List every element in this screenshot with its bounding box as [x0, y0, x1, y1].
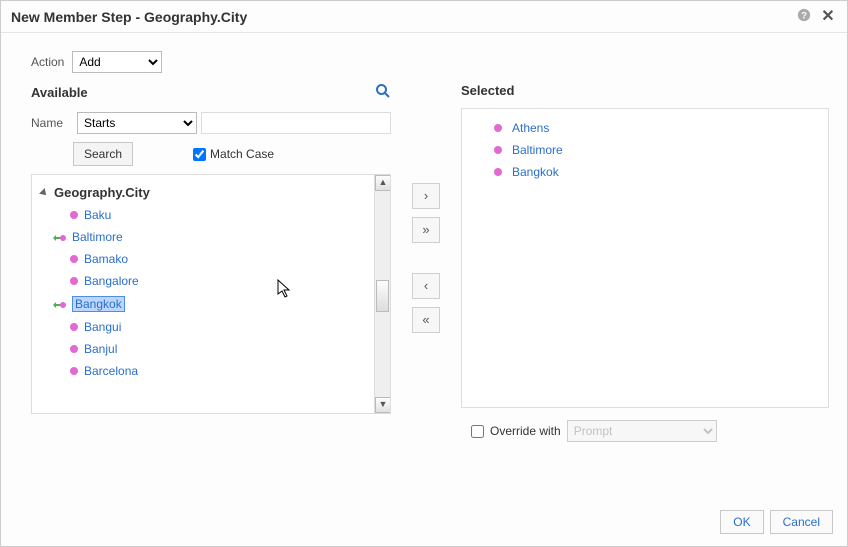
name-filter-input[interactable] — [201, 112, 391, 134]
available-header: Available — [31, 85, 88, 100]
dialog-title: New Member Step - Geography.City — [11, 9, 789, 25]
match-case-label: Match Case — [210, 147, 274, 161]
bullet-icon — [70, 345, 78, 353]
search-row: Search Match Case — [31, 142, 391, 166]
bullet-icon — [494, 124, 502, 132]
match-case-row[interactable]: Match Case — [193, 147, 274, 161]
selected-item[interactable]: Baltimore — [466, 139, 824, 161]
selected-panel: Selected Athens Baltimore Bangkok Override… — [461, 83, 829, 442]
override-select: Prompt — [567, 420, 717, 442]
move-right-button[interactable]: › — [412, 183, 440, 209]
bullet-icon — [70, 277, 78, 285]
selected-item[interactable]: Bangkok — [466, 161, 824, 183]
available-panel: Available Name Starts Search — [31, 83, 391, 442]
override-checkbox[interactable] — [471, 425, 484, 438]
match-case-checkbox[interactable] — [193, 148, 206, 161]
bullet-icon — [70, 367, 78, 375]
action-row: Action Add — [31, 51, 829, 73]
tree-item-label[interactable]: Bangalore — [84, 274, 139, 288]
selected-item-label[interactable]: Baltimore — [512, 143, 563, 157]
bullet-icon — [70, 323, 78, 331]
bullet-icon — [494, 168, 502, 176]
moved-icon — [52, 232, 66, 242]
available-header-row: Available — [31, 83, 391, 102]
selected-header: Selected — [461, 83, 829, 98]
close-icon[interactable]: ✕ — [819, 8, 837, 26]
ok-button[interactable]: OK — [720, 510, 763, 534]
search-icon[interactable] — [375, 83, 391, 102]
scroll-down-button[interactable]: ▼ — [375, 397, 391, 413]
scroll-thumb[interactable] — [376, 280, 389, 312]
help-icon[interactable]: ? — [795, 8, 813, 26]
move-left-button[interactable]: ‹ — [412, 273, 440, 299]
dialog-footer: OK Cancel — [720, 510, 833, 534]
bullet-icon — [494, 146, 502, 154]
override-label: Override with — [490, 424, 561, 438]
tree-item[interactable]: Baku — [34, 204, 372, 226]
bullet-icon — [70, 255, 78, 263]
name-filter-select[interactable]: Starts — [77, 112, 197, 134]
move-all-left-button[interactable]: « — [412, 307, 440, 333]
tree-root-label: Geography.City — [54, 185, 150, 200]
scrollbar[interactable]: ▲ ▼ — [374, 175, 390, 413]
tree-item[interactable]: Baltimore — [34, 226, 372, 248]
selected-item-label[interactable]: Athens — [512, 121, 549, 135]
moved-icon — [52, 299, 66, 309]
tree-item[interactable]: Bangalore — [34, 270, 372, 292]
svg-text:?: ? — [801, 10, 807, 21]
action-select[interactable]: Add — [72, 51, 162, 73]
tree-item-label[interactable]: Bangkok — [72, 296, 125, 312]
available-tree: Geography.City Baku Baltimore Bamako Bangal… — [31, 174, 391, 414]
tree-item-label[interactable]: Bamako — [84, 252, 128, 266]
selected-item[interactable]: Athens — [466, 117, 824, 139]
tree-item-label[interactable]: Banjul — [84, 342, 117, 356]
selected-list: Athens Baltimore Bangkok — [461, 108, 829, 408]
tree-item-label[interactable]: Bangui — [84, 320, 121, 334]
tree-item-label[interactable]: Baltimore — [72, 230, 123, 244]
tree-root[interactable]: Geography.City — [34, 181, 372, 204]
override-row: Override with Prompt — [461, 420, 829, 442]
selected-item-label[interactable]: Bangkok — [512, 165, 559, 179]
search-button[interactable]: Search — [73, 142, 133, 166]
name-label: Name — [31, 116, 69, 130]
scroll-up-button[interactable]: ▲ — [375, 175, 391, 191]
tree-item[interactable]: Barcelona — [34, 360, 372, 382]
tree-item[interactable]: Bamako — [34, 248, 372, 270]
dialog: New Member Step - Geography.City ? ✕ Act… — [0, 0, 848, 547]
tree-item-label[interactable]: Barcelona — [84, 364, 138, 378]
titlebar: New Member Step - Geography.City ? ✕ — [1, 1, 847, 33]
tree-item[interactable]: Banjul — [34, 338, 372, 360]
expand-icon[interactable] — [39, 188, 49, 198]
name-filter-row: Name Starts — [31, 112, 391, 134]
transfer-panel: › » ‹ « — [391, 83, 461, 442]
action-label: Action — [31, 55, 64, 69]
tree-item[interactable]: Bangkok — [34, 292, 372, 316]
move-all-right-button[interactable]: » — [412, 217, 440, 243]
cancel-button[interactable]: Cancel — [770, 510, 833, 534]
tree-item[interactable]: Bangui — [34, 316, 372, 338]
tree-item-label[interactable]: Baku — [84, 208, 111, 222]
bullet-icon — [70, 211, 78, 219]
